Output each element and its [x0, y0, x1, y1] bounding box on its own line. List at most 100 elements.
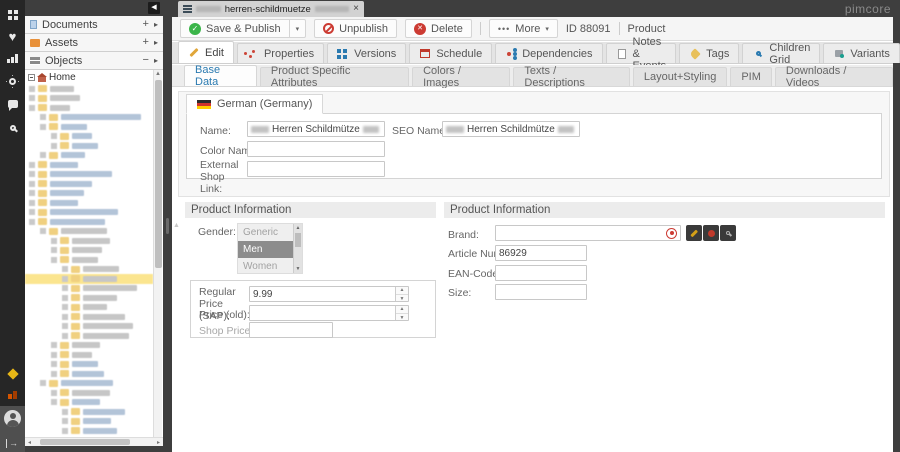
name-input[interactable]: Herren Schildmütze	[247, 121, 385, 137]
subtab-pim[interactable]: PIM	[730, 67, 772, 86]
tree-item[interactable]	[25, 246, 153, 256]
analytics-icon[interactable]	[0, 48, 25, 68]
size-input[interactable]	[495, 284, 587, 300]
tab-notes-events[interactable]: Notes & Events	[606, 43, 677, 63]
apps-grid-icon[interactable]	[0, 4, 25, 24]
panel-splitter[interactable]	[163, 0, 172, 452]
panel-expand-icon[interactable]: ▸	[154, 38, 158, 47]
tree-item[interactable]	[25, 189, 153, 199]
tree-item[interactable]	[25, 179, 153, 189]
collapse-objects-button[interactable]: −	[143, 55, 149, 66]
tab-schedule[interactable]: Schedule	[409, 43, 492, 63]
tree-item[interactable]	[25, 426, 153, 436]
tab-versions[interactable]: Versions	[327, 43, 406, 63]
tree-item[interactable]	[25, 236, 153, 246]
tree-item[interactable]	[25, 407, 153, 417]
tab-properties[interactable]: Properties	[237, 43, 324, 63]
tree-item[interactable]	[25, 94, 153, 104]
scroll-right-icon[interactable]: ▸	[154, 439, 163, 446]
scroll-up-icon[interactable]: ▲	[154, 70, 162, 79]
subtab-layout-styling[interactable]: Layout+Styling	[633, 67, 727, 86]
tree-item[interactable]	[25, 160, 153, 170]
hamburger-icon[interactable]	[183, 5, 192, 7]
color-name-input[interactable]	[247, 141, 385, 157]
tree-vertical-scrollbar[interactable]: ▲	[153, 70, 162, 438]
subtab-texts-descriptions[interactable]: Texts / Descriptions	[513, 67, 629, 86]
tree-item[interactable]	[25, 227, 153, 237]
tree-item[interactable]	[25, 198, 153, 208]
scroll-down-icon[interactable]: ▼	[294, 265, 302, 273]
tree-item-home[interactable]: Home	[25, 70, 163, 85]
diamond-icon[interactable]	[0, 364, 25, 384]
logout-icon[interactable]: →	[6, 439, 18, 448]
save-publish-button[interactable]: ✓ Save & Publish	[180, 19, 290, 38]
tab-children-grid[interactable]: Children Grid	[742, 43, 820, 63]
tab-dependencies[interactable]: Dependencies	[495, 43, 602, 63]
gender-multiselect[interactable]: Generic Men Women ▲ ▼	[237, 223, 303, 274]
tab-edit[interactable]: Edit	[178, 41, 234, 63]
tree-item[interactable]	[25, 284, 153, 294]
subtab-colors-images[interactable]: Colors / Images	[412, 67, 510, 86]
tree-item[interactable]	[25, 350, 153, 360]
spinner[interactable]: ▲▼	[395, 305, 408, 321]
tree-item[interactable]	[25, 141, 153, 151]
tree-item[interactable]	[25, 255, 153, 265]
tree-item[interactable]	[25, 122, 153, 132]
add-document-button[interactable]: +	[143, 19, 149, 30]
tab-tags[interactable]: Tags	[679, 43, 739, 63]
scroll-thumb[interactable]	[155, 80, 162, 268]
sidebar-panel-assets[interactable]: Assets + ▸	[25, 34, 163, 52]
tree-item[interactable]	[25, 132, 153, 142]
tree-item[interactable]	[25, 265, 153, 275]
save-options-dropdown[interactable]: ▾	[290, 19, 307, 38]
delete-button[interactable]: ✕ Delete	[405, 19, 472, 38]
scroll-thumb[interactable]	[295, 233, 301, 247]
panel-expand-icon[interactable]: ▸	[154, 20, 158, 29]
seo-name-input[interactable]: Herren Schildmütze	[442, 121, 580, 137]
tree-item[interactable]	[25, 208, 153, 218]
tree-item[interactable]	[25, 274, 153, 284]
tree-item[interactable]	[25, 217, 153, 227]
scroll-thumb[interactable]	[40, 439, 130, 445]
tree-item[interactable]	[25, 341, 153, 351]
avatar[interactable]	[4, 410, 21, 427]
tree-item[interactable]	[25, 388, 153, 398]
scroll-left-icon[interactable]: ◂	[25, 439, 34, 446]
document-tab[interactable]: herren-schildmuetze ×	[178, 1, 364, 17]
add-asset-button[interactable]: +	[143, 37, 149, 48]
tree-item[interactable]	[25, 151, 153, 161]
ean-code-input[interactable]	[495, 265, 587, 281]
tree-item[interactable]	[25, 331, 153, 341]
tree-item[interactable]	[25, 360, 153, 370]
brand-edit-button[interactable]	[686, 225, 702, 241]
tree-item[interactable]	[25, 398, 153, 408]
tree-item[interactable]	[25, 303, 153, 313]
panel-expand-icon[interactable]: ▸	[154, 56, 158, 65]
scroll-up-icon[interactable]: ▲	[294, 224, 302, 232]
tree-item[interactable]	[25, 113, 153, 123]
search-icon[interactable]	[0, 118, 25, 138]
tree-item[interactable]	[25, 417, 153, 427]
heart-icon[interactable]: ♥	[0, 26, 25, 46]
tree-item[interactable]	[25, 103, 153, 113]
old-price-input[interactable]: ▲▼	[249, 305, 409, 321]
more-button[interactable]: ••• More ▾	[489, 19, 558, 38]
sidebar-collapse-button[interactable]: ◀	[148, 2, 160, 14]
sidebar-panel-objects[interactable]: Objects − ▸	[25, 52, 163, 70]
external-shop-link-input[interactable]	[247, 161, 385, 177]
tree-item[interactable]	[25, 84, 153, 94]
tab-variants[interactable]: Variants	[823, 43, 900, 63]
column-collapse-icon[interactable]: ▲	[173, 222, 180, 229]
subtab-downloads-videos[interactable]: Downloads / Videos	[775, 67, 893, 86]
splitter-handle[interactable]	[166, 218, 169, 234]
chat-bubble-icon[interactable]	[0, 94, 25, 114]
spinner[interactable]: ▲▼	[395, 286, 408, 302]
close-icon[interactable]: ×	[353, 4, 359, 14]
brand-search-button[interactable]	[720, 225, 736, 241]
article-number-input[interactable]: 86929	[495, 245, 587, 261]
tree-item[interactable]	[25, 170, 153, 180]
tree-item[interactable]	[25, 322, 153, 332]
remove-relation-icon[interactable]	[666, 228, 677, 239]
brand-remove-button[interactable]	[703, 225, 719, 241]
expander-icon[interactable]	[28, 74, 35, 81]
